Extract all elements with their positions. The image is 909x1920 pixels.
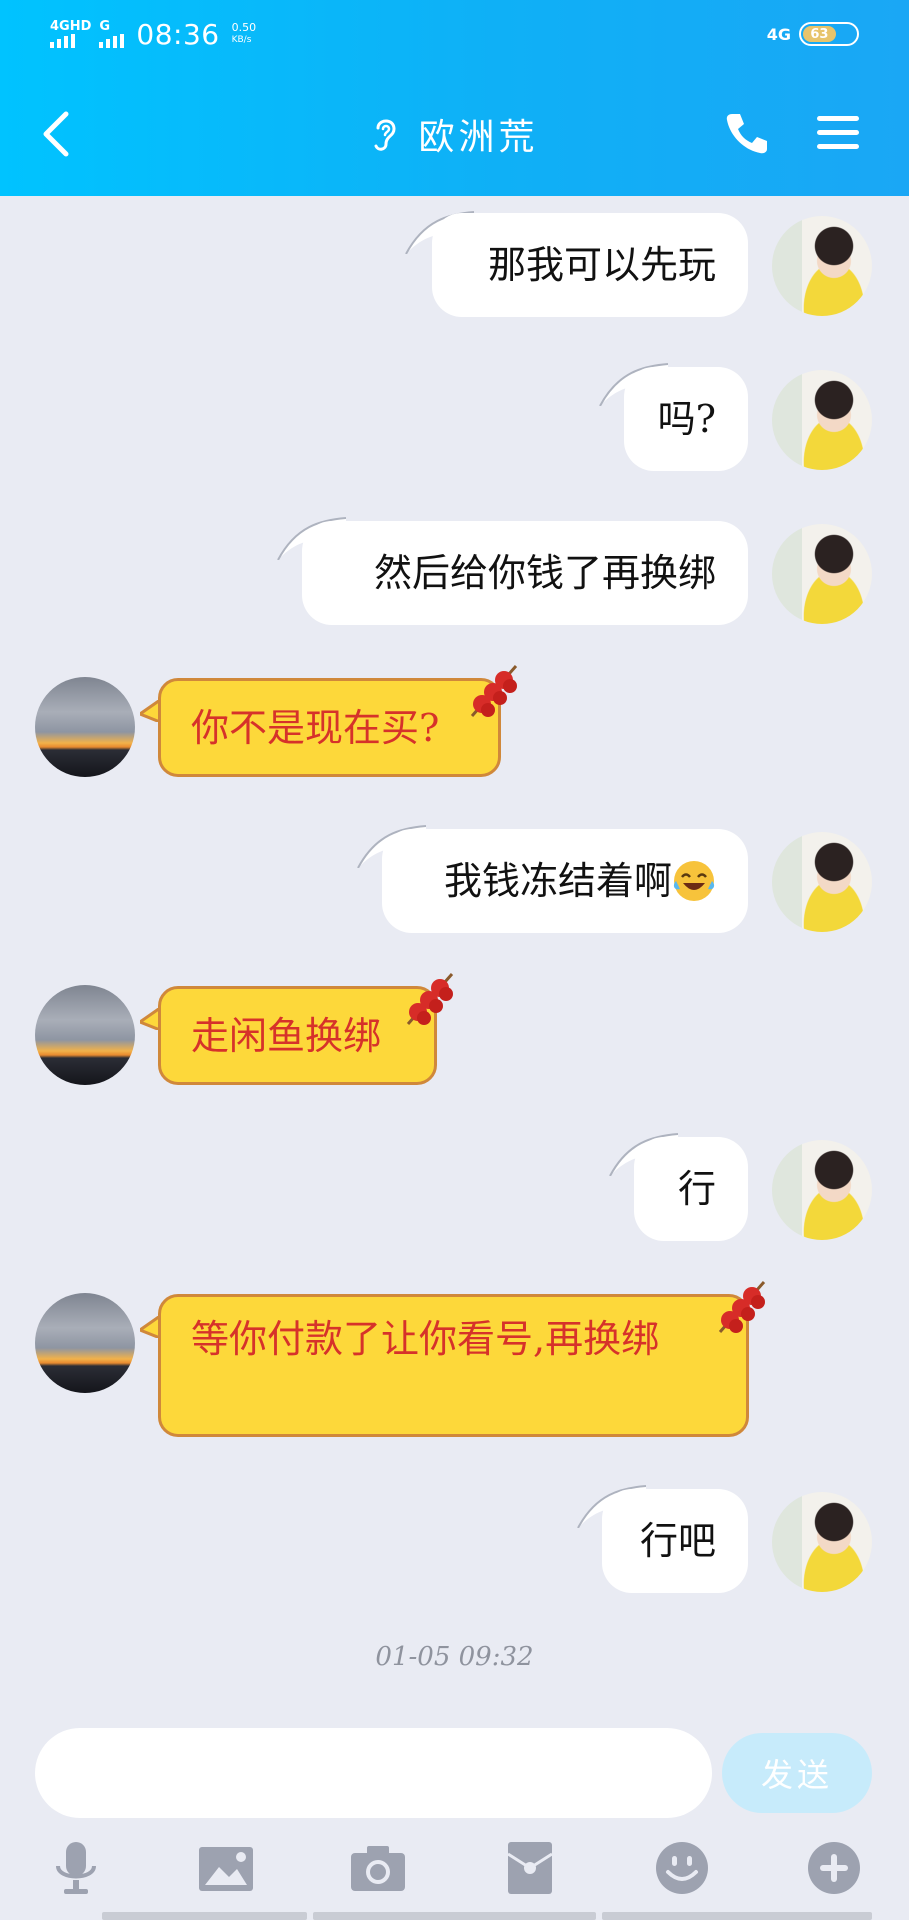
call-button[interactable] [722,108,772,158]
chat-title: 欧洲荒 [418,117,539,158]
phone-icon [726,114,767,154]
my-avatar[interactable] [772,1140,872,1240]
emoji-icon [656,1842,708,1894]
red-packet-icon [507,1842,553,1894]
message-text: 吗? [657,397,716,441]
image-button[interactable] [196,1838,256,1898]
network-speed: 0.50 KB/s [232,22,257,46]
my-avatar[interactable] [772,216,872,316]
contact-avatar[interactable] [35,1293,135,1393]
candied-haws-icon [470,665,518,717]
message-bubble-out[interactable]: 我钱冻结着啊 [382,829,748,933]
status-bar-right: 4G 63 [767,18,859,50]
contact-avatar[interactable] [35,677,135,777]
message-text: 你不是现在买? [191,705,440,750]
message-bubble-out[interactable]: 吗? [624,367,748,471]
message-text: 走闲鱼换绑 [191,1013,382,1058]
chat-header: 4GHD G 08:36 0.50 KB/s 4G 63 欧洲荒 [0,0,909,196]
bubble-tail-icon [140,700,160,722]
more-button[interactable] [804,1838,864,1898]
bubble-tail-icon [140,1316,160,1338]
message-text: 等你付款了让你看号,再换绑 [191,1317,660,1361]
signal-bars-icon [99,34,125,48]
sim2-signal: G [99,19,125,48]
laughing-tears-emoji-icon [673,861,715,901]
message-bubble-in[interactable]: 等你付款了让你看号,再换绑 [158,1294,749,1437]
sim1-label: 4GHD [50,19,92,34]
message-text: 然后给你钱了再换绑 [373,551,716,595]
message-bubble-out[interactable]: 然后给你钱了再换绑 [302,521,748,625]
message-bubble-out[interactable]: 那我可以先玩 [432,213,748,317]
battery-level: 63 [803,26,836,42]
menu-icon [817,116,859,149]
camera-icon [351,1846,405,1891]
contact-avatar[interactable] [35,985,135,1085]
status-bar-left: 4GHD G 08:36 0.50 KB/s [50,14,256,54]
nav-indicator [602,1912,872,1920]
nav-indicator [102,1912,307,1920]
my-avatar[interactable] [772,524,872,624]
menu-button[interactable] [815,110,861,156]
chat-title-area[interactable]: 欧洲荒 [0,108,909,160]
candied-haws-icon [718,1281,766,1333]
my-avatar[interactable] [772,832,872,932]
signal-bars-icon [50,34,75,48]
my-avatar[interactable] [772,370,872,470]
message-bubble-in[interactable]: 你不是现在买? [158,678,501,777]
camera-button[interactable] [348,1838,408,1898]
nav-indicator [313,1912,596,1920]
network-type: 4G [766,24,791,44]
message-text: 我钱冻结着啊 [443,859,672,903]
battery-icon: 63 [799,22,859,46]
message-text: 那我可以先玩 [487,243,716,287]
emoji-button[interactable] [652,1838,712,1898]
sim1-signal: 4GHD [50,20,91,48]
message-text: 行 [677,1167,716,1211]
send-button[interactable]: 发送 [722,1733,872,1813]
sim2-label: G [99,19,111,34]
message-bubble-out[interactable]: 行 [634,1137,748,1241]
network-speed-value: 0.50 [231,21,257,34]
message-bubble-in[interactable]: 走闲鱼换绑 [158,986,437,1085]
bubble-tail-icon [140,1008,160,1030]
message-text: 行吧 [639,1519,716,1563]
red-packet-button[interactable] [500,1838,560,1898]
status-time: 08:36 [136,17,220,51]
network-speed-unit: KB/s [231,35,252,45]
ear-icon [374,119,396,151]
microphone-icon [56,1842,96,1894]
message-bubble-out[interactable]: 行吧 [602,1489,748,1593]
my-avatar[interactable] [772,1492,872,1592]
composer-toolbar [0,1838,909,1908]
image-icon [199,1847,253,1891]
candied-haws-icon [406,973,454,1025]
message-input[interactable] [35,1728,712,1818]
message-timestamp: 01-05 09:32 [375,1642,534,1672]
voice-button[interactable] [46,1838,106,1898]
plus-icon [808,1842,860,1894]
